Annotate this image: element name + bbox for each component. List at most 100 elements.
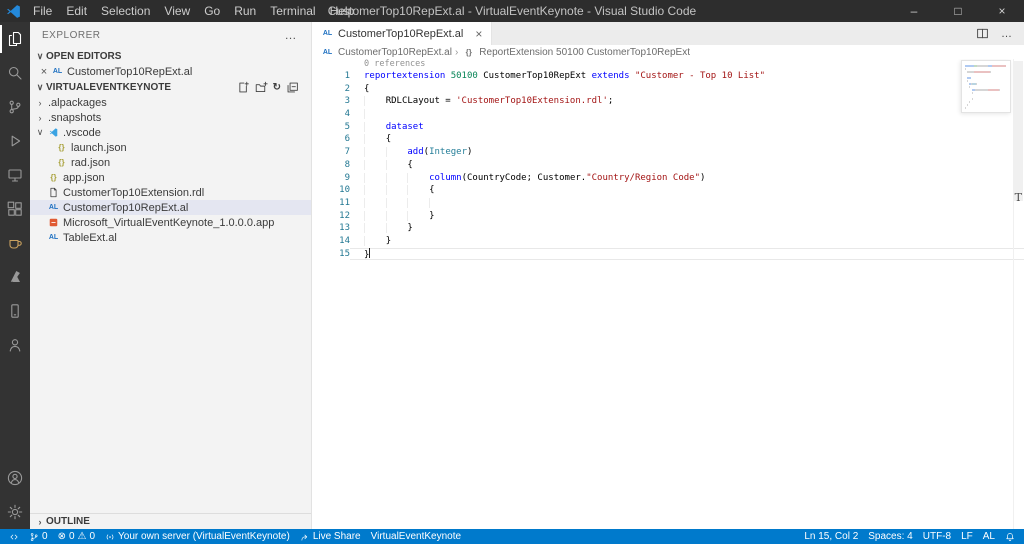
menu-go[interactable]: Go	[197, 0, 227, 22]
open-editors-header[interactable]: ∨ OPEN EDITORS	[30, 48, 311, 64]
menu-file[interactable]: File	[26, 0, 59, 22]
split-editor-icon[interactable]	[976, 27, 989, 40]
status-remote[interactable]	[4, 529, 24, 544]
activity-bar-item-mobile-preview[interactable]	[0, 294, 30, 328]
line-number[interactable]: 8	[312, 159, 350, 172]
breadcrumb-item[interactable]: {} ReportExtension 50100 CustomerTop10Rep…	[461, 47, 690, 58]
scrollbar-thumb[interactable]	[1014, 61, 1023, 201]
line-number[interactable]: 14	[312, 235, 350, 248]
tree-item--snapshots[interactable]: › .snapshots	[30, 110, 311, 125]
line-number[interactable]: 1	[312, 70, 350, 83]
code-line[interactable]: 2{	[312, 83, 1024, 96]
line-number[interactable]: 13	[312, 222, 350, 235]
code-line[interactable]: 13 }	[312, 222, 1024, 235]
minimap[interactable]	[961, 60, 1011, 113]
menu-help[interactable]: Help	[323, 0, 362, 22]
tree-item-customertop10repext-al[interactable]: AL CustomerTop10RepExt.al	[30, 200, 311, 215]
tree-item-app-json[interactable]: {} app.json	[30, 170, 311, 185]
status-language-mode[interactable]: AL	[978, 529, 1000, 544]
status-cursor-position[interactable]: Ln 15, Col 2	[799, 529, 863, 544]
activity-bar-item-settings[interactable]	[0, 495, 30, 529]
line-number[interactable]: 7	[312, 146, 350, 159]
tree-item--vscode[interactable]: ∨ .vscode	[30, 125, 311, 140]
tab-customertop10repext[interactable]: AL CustomerTop10RepExt.al ×	[312, 22, 493, 45]
menu-edit[interactable]: Edit	[59, 0, 94, 22]
vertical-scrollbar[interactable]: T	[1013, 59, 1024, 529]
tree-item-launch-json[interactable]: {} launch.json	[30, 140, 311, 155]
line-number[interactable]: 11	[312, 197, 350, 210]
activity-bar-item-search[interactable]	[0, 56, 30, 90]
status-encoding[interactable]: UTF-8	[918, 529, 956, 544]
code-line[interactable]: 10 {	[312, 184, 1024, 197]
activity-bar-item-source-control[interactable]	[0, 90, 30, 124]
more-actions-icon[interactable]: …	[285, 28, 298, 42]
menu-terminal[interactable]: Terminal	[263, 0, 322, 22]
status-eol[interactable]: LF	[956, 529, 978, 544]
status-server[interactable]: Your own server (VirtualEventKeynote)	[100, 529, 295, 544]
menu-selection[interactable]: Selection	[94, 0, 157, 22]
close-icon[interactable]: ×	[475, 27, 482, 41]
activity-bar-item-al-home[interactable]	[0, 226, 30, 260]
activity-bar-item-run-and-debug[interactable]	[0, 124, 30, 158]
code-line[interactable]: 5 dataset	[312, 121, 1024, 134]
open-editors-list: × AL CustomerTop10RepExt.al	[30, 64, 311, 79]
code-line[interactable]: 6 {	[312, 133, 1024, 146]
activity-bar-item-azure[interactable]	[0, 260, 30, 294]
line-number[interactable]: 5	[312, 121, 350, 134]
activity-bar-item-live-share[interactable]	[0, 328, 30, 362]
code-line[interactable]: 14 }	[312, 235, 1024, 248]
code-line[interactable]: 3 RDLCLayout = 'CustomerTop10Extension.r…	[312, 95, 1024, 108]
tree-item-tableext-al[interactable]: AL TableExt.al	[30, 230, 311, 245]
close-button[interactable]: ×	[980, 0, 1024, 22]
code-line[interactable]: 4	[312, 108, 1024, 121]
close-icon[interactable]: ×	[38, 66, 50, 78]
tree-item-microsoft-virtualeventkeynote-1-0-0-0-app[interactable]: Microsoft_VirtualEventKeynote_1.0.0.0.ap…	[30, 215, 311, 230]
status-live-share[interactable]: Live Share	[295, 529, 366, 544]
code-line[interactable]: 7 add(Integer)	[312, 146, 1024, 159]
collapse-all-icon[interactable]	[286, 81, 299, 94]
status-branch[interactable]: 0	[24, 529, 53, 544]
code-line[interactable]: 12 }	[312, 210, 1024, 223]
code-line[interactable]: 15}	[312, 247, 1024, 261]
code-line[interactable]: 1 reportextension 50100 CustomerTop10RepE…	[312, 70, 1024, 83]
status-problems[interactable]: ⊗ 0 ⚠ 0	[53, 529, 100, 544]
maximize-button[interactable]: □	[936, 0, 980, 22]
line-number[interactable]: 9	[312, 172, 350, 185]
open-editor-item[interactable]: × AL CustomerTop10RepExt.al	[30, 64, 311, 79]
codelens-references[interactable]: 0 references	[312, 59, 1024, 70]
more-actions-icon[interactable]: …	[1001, 28, 1012, 40]
line-number[interactable]: 2	[312, 83, 350, 96]
line-number[interactable]: 4	[312, 108, 350, 121]
project-header[interactable]: ∨ VIRTUALEVENTKEYNOTE ↻	[30, 79, 311, 95]
code-line[interactable]: 8 {	[312, 159, 1024, 172]
refresh-icon[interactable]: ↻	[273, 81, 281, 94]
breadcrumb-item[interactable]: AL CustomerTop10RepExt.al	[320, 47, 452, 58]
new-file-icon[interactable]	[237, 81, 250, 94]
activity-bar-item-accounts[interactable]	[0, 461, 30, 495]
line-number[interactable]: 6	[312, 133, 350, 146]
activity-bar-item-explorer[interactable]	[0, 22, 30, 56]
new-folder-icon[interactable]	[255, 81, 268, 94]
code-line[interactable]: 11	[312, 197, 1024, 210]
activity-bar-item-remote-explorer[interactable]	[0, 158, 30, 192]
line-number[interactable]: 15	[312, 248, 350, 261]
tree-item-label: Microsoft_VirtualEventKeynote_1.0.0.0.ap…	[63, 216, 275, 229]
status-indentation[interactable]: Spaces: 4	[863, 529, 917, 544]
tree-item-rad-json[interactable]: {} rad.json	[30, 155, 311, 170]
line-number[interactable]: 12	[312, 210, 350, 223]
code-editor[interactable]: 0 references 1 reportextension 50100 Cust…	[312, 59, 1024, 529]
menu-run[interactable]: Run	[227, 0, 263, 22]
minimize-button[interactable]: –	[892, 0, 936, 22]
tree-item--alpackages[interactable]: › .alpackages	[30, 95, 311, 110]
line-number[interactable]: 3	[312, 95, 350, 108]
line-number[interactable]: 10	[312, 184, 350, 197]
code-line[interactable]: 9 column(CountryCode; Customer."Country/…	[312, 172, 1024, 185]
tree-item-customertop10extension-rdl[interactable]: CustomerTop10Extension.rdl	[30, 185, 311, 200]
status-notifications[interactable]	[1000, 529, 1020, 544]
outline-header[interactable]: › OUTLINE	[30, 513, 311, 529]
indent-guide	[364, 159, 386, 170]
status-problems-label2: 0	[89, 531, 96, 542]
status-project[interactable]: VirtualEventKeynote	[366, 529, 466, 544]
activity-bar-item-extensions[interactable]	[0, 192, 30, 226]
menu-view[interactable]: View	[157, 0, 197, 22]
